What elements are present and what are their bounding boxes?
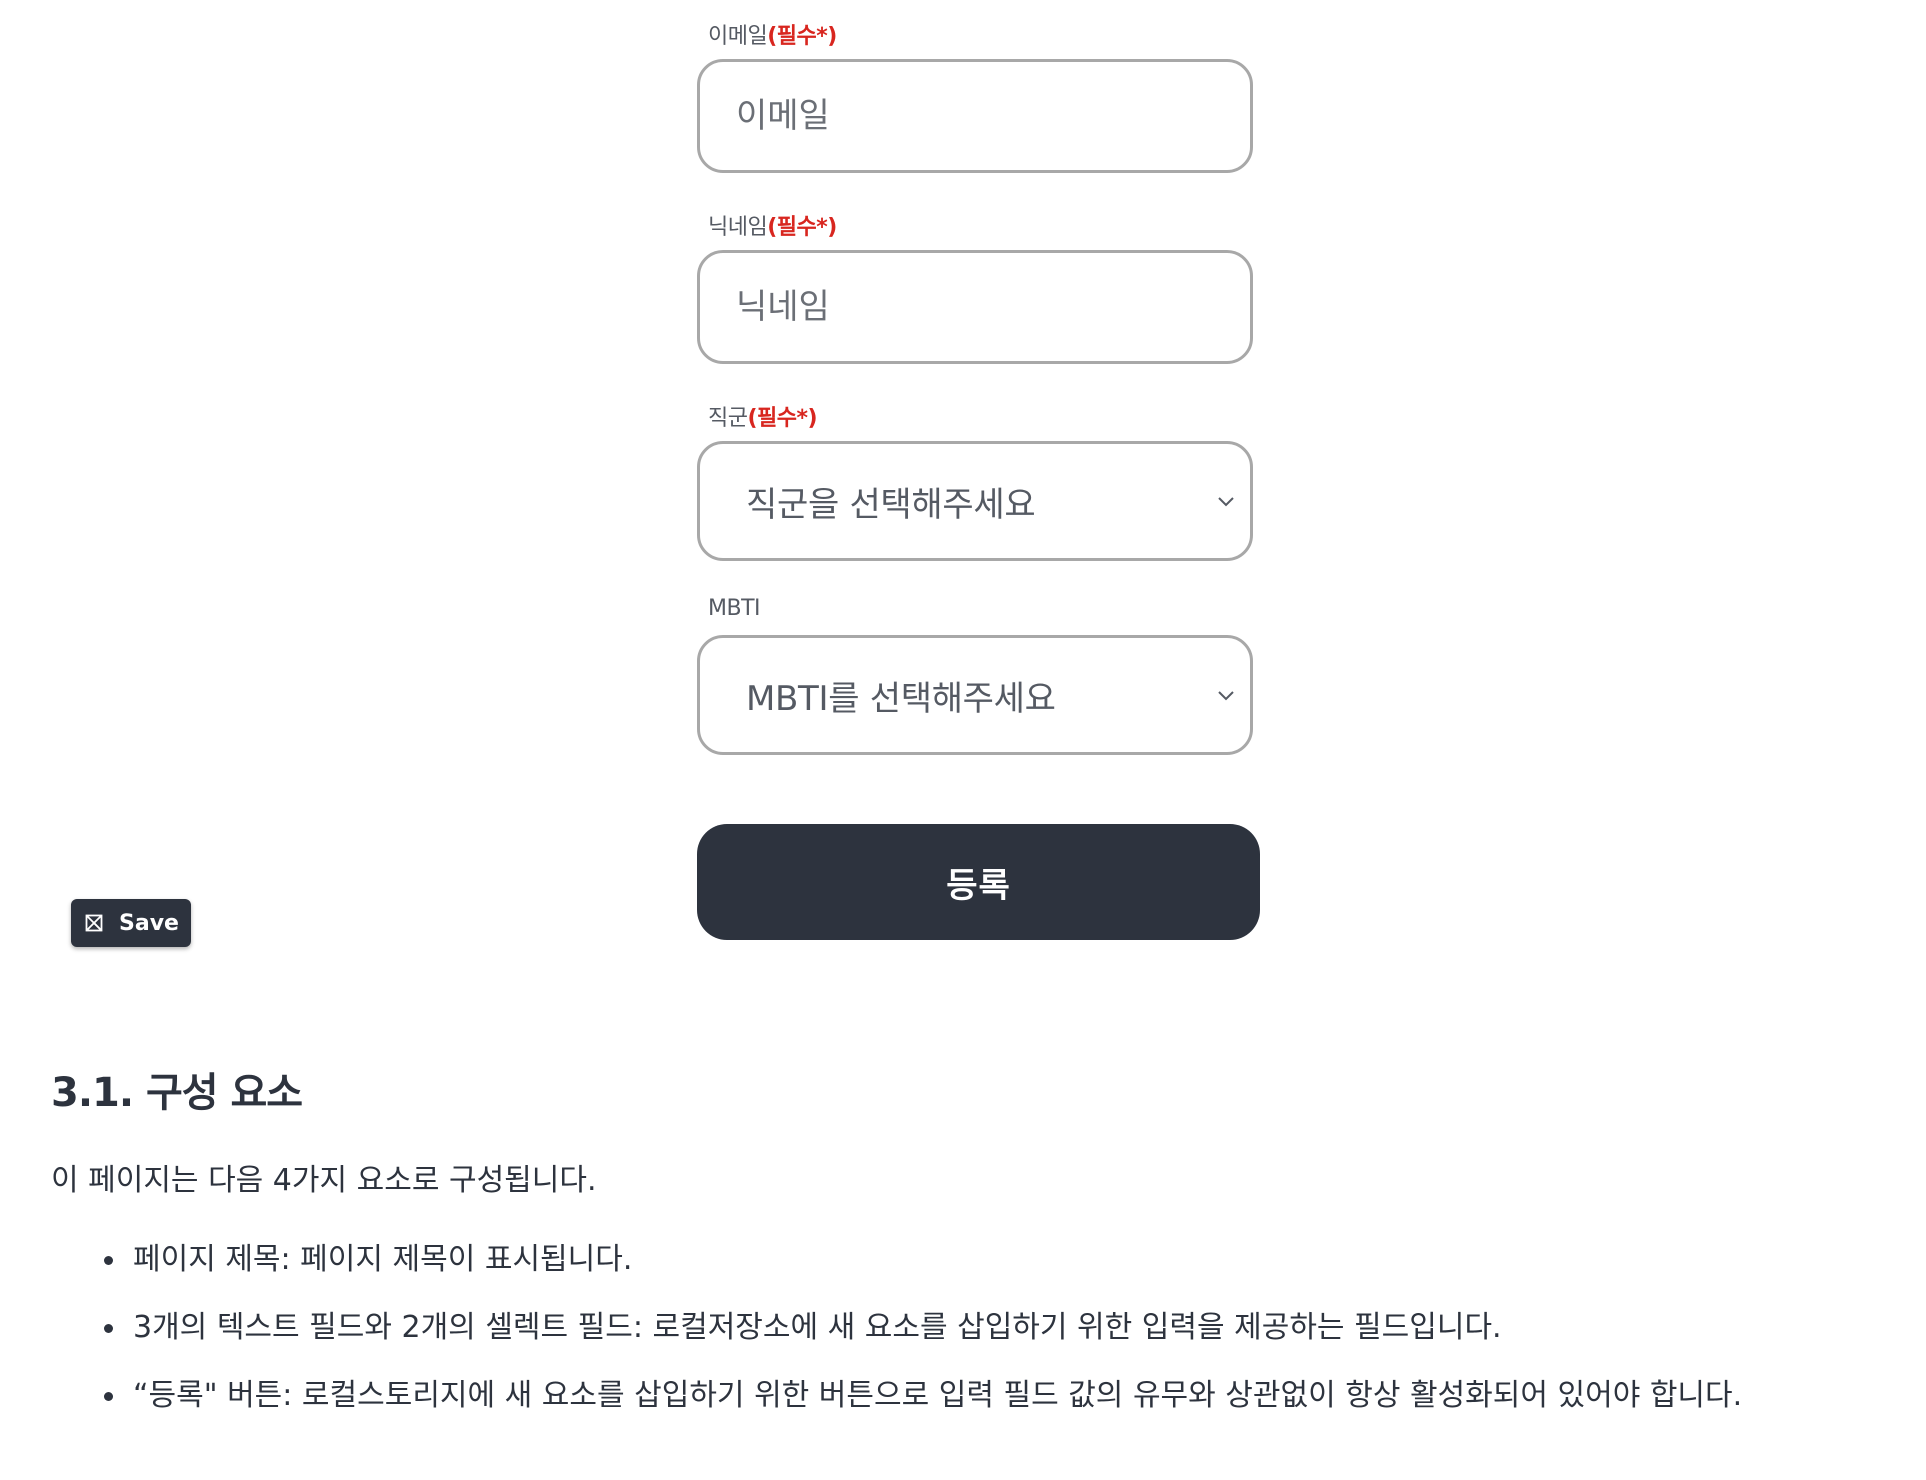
job-label: 직군(필수*) (708, 400, 818, 432)
save-icon (85, 914, 103, 932)
mbti-select-value: MBTI를 선택해주세요 (746, 678, 1056, 719)
nickname-field-box (697, 250, 1253, 364)
email-required-mark: (필수*) (767, 24, 837, 49)
submit-button[interactable]: 등록 (697, 824, 1260, 940)
intro-text: 이 페이지는 다음 4가지 요소로 구성됩니다. (51, 1163, 597, 1198)
job-select-value: 직군을 선택해주세요 (746, 484, 1036, 525)
bullet-icon (104, 1256, 113, 1265)
section-heading: 3.1. 구성 요소 (51, 1070, 303, 1116)
list-item: 3개의 텍스트 필드와 2개의 셀렉트 필드: 로컬저장소에 새 요소를 삽입하… (51, 1303, 1911, 1371)
email-field-box (697, 59, 1253, 173)
email-label-text: 이메일 (708, 24, 768, 49)
email-label: 이메일(필수*) (708, 18, 837, 50)
nickname-required-mark: (필수*) (767, 215, 837, 240)
mbti-select[interactable]: MBTI를 선택해주세요 (697, 635, 1253, 755)
nickname-label-text: 닉네임 (708, 215, 768, 240)
list-item: 페이지 제목: 페이지 제목이 표시됩니다. (51, 1235, 1911, 1303)
mbti-label: MBTI (708, 596, 761, 621)
list-item-text: 페이지 제목: 페이지 제목이 표시됩니다. (133, 1242, 633, 1277)
job-label-text: 직군 (708, 406, 748, 431)
save-button[interactable]: Save (71, 899, 191, 947)
mbti-label-text: MBTI (708, 596, 761, 621)
bullet-icon (104, 1324, 113, 1333)
list-item-text: 3개의 텍스트 필드와 2개의 셀렉트 필드: 로컬저장소에 새 요소를 삽입하… (133, 1310, 1502, 1345)
list-item: “등록" 버튼: 로컬스토리지에 새 요소를 삽입하기 위한 버튼으로 입력 필… (51, 1371, 1911, 1439)
email-input[interactable] (736, 62, 1216, 170)
nickname-label: 닉네임(필수*) (708, 209, 837, 241)
chevron-down-icon (1218, 691, 1234, 701)
list-item-text: “등록" 버튼: 로컬스토리지에 새 요소를 삽입하기 위한 버튼으로 입력 필… (133, 1378, 1743, 1413)
save-button-label: Save (119, 910, 179, 936)
chevron-down-icon (1218, 497, 1234, 507)
nickname-input[interactable] (736, 253, 1216, 361)
job-required-mark: (필수*) (747, 406, 818, 431)
component-list: 페이지 제목: 페이지 제목이 표시됩니다. 3개의 텍스트 필드와 2개의 셀… (51, 1235, 1911, 1439)
bullet-icon (104, 1392, 113, 1401)
job-select[interactable]: 직군을 선택해주세요 (697, 441, 1253, 561)
